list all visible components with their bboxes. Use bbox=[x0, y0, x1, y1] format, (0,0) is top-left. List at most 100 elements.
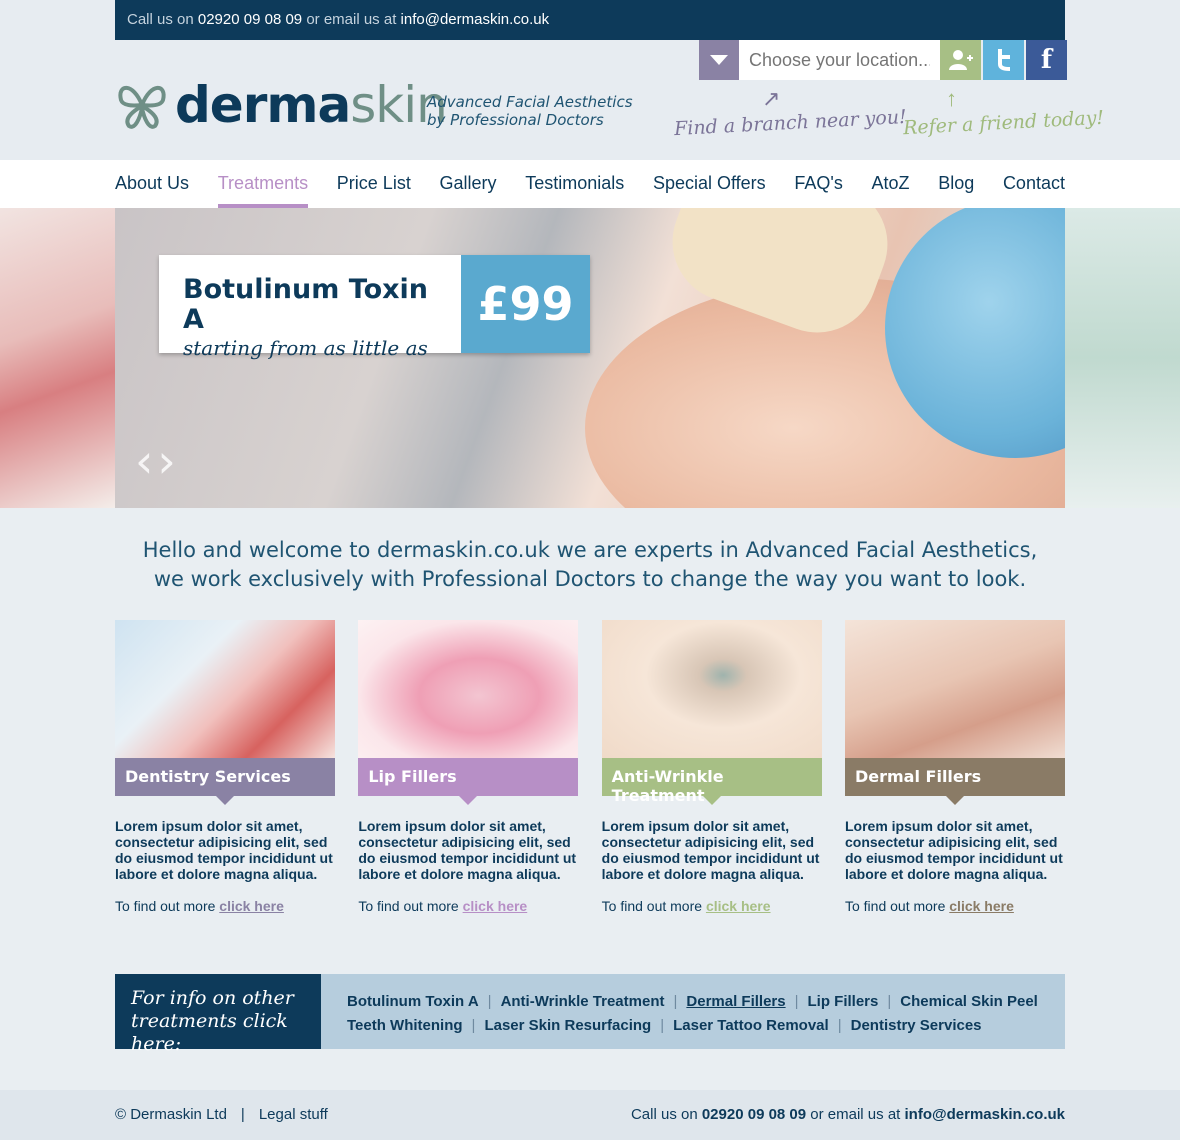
card-more: To find out more click here bbox=[115, 898, 335, 914]
welcome-line1: Hello and welcome to dermaskin.co.uk we … bbox=[142, 538, 1038, 562]
tagline-line1: Advanced Facial Aesthetics bbox=[427, 93, 633, 111]
card-description: Lorem ipsum dolor sit amet, consectetur … bbox=[358, 818, 577, 882]
separator: | bbox=[837, 1017, 842, 1034]
card-title[interactable]: Lip Fillers bbox=[358, 758, 579, 805]
card-more: To find out more click here bbox=[358, 898, 578, 914]
copyright: © Dermaskin Ltd bbox=[115, 1106, 227, 1123]
topbar-email[interactable]: info@dermaskin.co.uk bbox=[401, 11, 550, 28]
slider-next-arrow-icon[interactable]: › bbox=[157, 438, 175, 484]
card-lip-fillers: Lip Fillers Lorem ipsum dolor sit amet, … bbox=[358, 620, 579, 914]
other-treatments-strip: For info on other treatments click here:… bbox=[115, 974, 1065, 1055]
card-more-prefix: To find out more bbox=[601, 898, 706, 914]
location-dropdown-button[interactable] bbox=[699, 40, 739, 80]
card-more: To find out more click here bbox=[845, 898, 1065, 914]
topbar-email-prefix: or email us at bbox=[302, 11, 401, 28]
refer-friend-button[interactable] bbox=[940, 40, 981, 80]
card-click-here-link[interactable]: click here bbox=[706, 898, 771, 914]
facebook-icon: f bbox=[1040, 45, 1053, 75]
card-title[interactable]: Dermal Fillers bbox=[844, 758, 1065, 805]
footer-contact: Call us on 02920 09 08 09 or email us at… bbox=[631, 1106, 1065, 1123]
card-dermal-fillers: Dermal Fillers Lorem ipsum dolor sit ame… bbox=[844, 620, 1065, 914]
nav-faqs[interactable]: FAQ's bbox=[794, 160, 842, 208]
butterfly-logo-icon bbox=[118, 85, 166, 129]
nav-contact[interactable]: Contact bbox=[1003, 160, 1065, 208]
link-laser-tattoo[interactable]: Laser Tattoo Removal bbox=[673, 1017, 829, 1034]
twitter-icon bbox=[997, 49, 1010, 71]
promo-banner[interactable]: Botulinum Toxin A starting from as littl… bbox=[159, 255, 590, 360]
nav-about-us[interactable]: About Us bbox=[115, 160, 189, 208]
nav-testimonials[interactable]: Testimonials bbox=[525, 160, 624, 208]
strip-label-line2: treatments click here: bbox=[131, 1010, 288, 1055]
welcome-text: Hello and welcome to dermaskin.co.uk we … bbox=[115, 536, 1065, 594]
location-input[interactable] bbox=[739, 40, 940, 80]
nav-treatments[interactable]: Treatments bbox=[217, 160, 309, 208]
card-description: Lorem ipsum dolor sit amet, consectetur … bbox=[844, 818, 1063, 882]
other-treatments-label: For info on other treatments click here: bbox=[115, 974, 321, 1055]
separator: | bbox=[471, 1017, 476, 1034]
card-title[interactable]: Dentistry Services bbox=[115, 758, 335, 805]
link-teeth-whitening[interactable]: Teeth Whitening bbox=[347, 1017, 463, 1034]
welcome-line2: we work exclusively with Professional Do… bbox=[153, 567, 1027, 591]
card-click-here-link[interactable]: click here bbox=[949, 898, 1014, 914]
separator: | bbox=[240, 1106, 245, 1123]
footer-call-prefix: Call us on bbox=[630, 1106, 702, 1123]
strip-row-2: Teeth Whitening | Laser Skin Resurfacing | L… bbox=[347, 1014, 1038, 1038]
dermal-fillers-image[interactable] bbox=[844, 620, 1065, 758]
card-more-prefix: To find out more bbox=[358, 898, 463, 914]
logo-dark-part: derma bbox=[175, 76, 351, 134]
promo-title: Botulinum Toxin A bbox=[183, 274, 429, 335]
dentistry-image[interactable] bbox=[115, 620, 335, 758]
link-lip-fillers[interactable]: Lip Fillers bbox=[808, 993, 879, 1010]
promo-subtitle: starting from as little as bbox=[183, 336, 428, 360]
hero-next-slide-peek bbox=[1065, 208, 1180, 508]
card-click-here-link[interactable]: click here bbox=[219, 898, 284, 914]
nav-atoz[interactable]: AtoZ bbox=[872, 160, 910, 208]
card-description: Lorem ipsum dolor sit amet, consectetur … bbox=[115, 818, 333, 882]
link-chemical-peel[interactable]: Chemical Skin Peel bbox=[900, 993, 1038, 1010]
promo-price: £99 bbox=[461, 255, 590, 353]
lip-fillers-image[interactable] bbox=[358, 620, 579, 758]
footer-phone[interactable]: 02920 09 08 09 bbox=[702, 1106, 806, 1123]
card-anti-wrinkle: Anti-Wrinkle Treatment Lorem ipsum dolor… bbox=[601, 620, 822, 914]
facebook-button[interactable]: f bbox=[1026, 40, 1067, 80]
hero-prev-slide-peek bbox=[0, 208, 115, 508]
card-more-prefix: To find out more bbox=[844, 898, 950, 914]
arrow-up-icon: ↑ bbox=[946, 86, 957, 111]
legal-link[interactable]: Legal stuff bbox=[259, 1106, 328, 1123]
footer-email[interactable]: info@dermaskin.co.uk bbox=[905, 1106, 1066, 1123]
card-click-here-link[interactable]: click here bbox=[463, 898, 528, 914]
anti-wrinkle-image[interactable] bbox=[601, 620, 822, 758]
card-title[interactable]: Anti-Wrinkle Treatment bbox=[601, 758, 822, 805]
strip-row-1: Botulinum Toxin A | Anti-Wrinkle Treatment… bbox=[347, 990, 1038, 1014]
treatment-cards: Dentistry Services Lorem ipsum dolor sit… bbox=[115, 620, 1065, 914]
link-botulinum[interactable]: Botulinum Toxin A bbox=[347, 993, 479, 1010]
slider-prev-arrow-icon[interactable]: ‹ bbox=[135, 438, 153, 484]
triangle-down-icon bbox=[710, 55, 728, 65]
separator: | bbox=[673, 993, 678, 1010]
card-description: Lorem ipsum dolor sit amet, consectetur … bbox=[601, 818, 820, 882]
separator: | bbox=[887, 993, 892, 1010]
location-picker: f bbox=[699, 40, 1067, 80]
promo-text: Botulinum Toxin A starting from as littl… bbox=[159, 255, 461, 360]
nav-blog[interactable]: Blog bbox=[938, 160, 974, 208]
twitter-button[interactable] bbox=[983, 40, 1024, 80]
card-more-prefix: To find out more bbox=[115, 898, 220, 914]
strip-label-line1: For info on other bbox=[131, 987, 294, 1009]
footer-email-prefix: or email us at bbox=[806, 1106, 905, 1123]
link-anti-wrinkle[interactable]: Anti-Wrinkle Treatment bbox=[501, 993, 665, 1010]
nav-price-list[interactable]: Price List bbox=[337, 160, 411, 208]
footer-left: © Dermaskin Ltd | Legal stuff bbox=[115, 1106, 328, 1123]
contact-bar: Call us on 02920 09 08 09 or email us at… bbox=[115, 0, 1065, 40]
nav-special-offers[interactable]: Special Offers bbox=[653, 160, 766, 208]
separator: | bbox=[487, 993, 492, 1010]
link-dermal-fillers[interactable]: Dermal Fillers bbox=[686, 993, 785, 1010]
card-dentistry: Dentistry Services Lorem ipsum dolor sit… bbox=[115, 620, 335, 914]
tagline-line2: by Professional Doctors bbox=[427, 111, 604, 129]
site-logo[interactable]: dermaskin bbox=[115, 76, 448, 134]
nav-gallery[interactable]: Gallery bbox=[440, 160, 497, 208]
tagline: Advanced Facial Aesthetics by Profession… bbox=[427, 93, 633, 129]
link-dentistry[interactable]: Dentistry Services bbox=[851, 1017, 982, 1034]
logo-wordmark: dermaskin bbox=[175, 76, 448, 134]
topbar-phone[interactable]: 02920 09 08 09 bbox=[198, 11, 302, 28]
link-laser-resurfacing[interactable]: Laser Skin Resurfacing bbox=[484, 1017, 651, 1034]
